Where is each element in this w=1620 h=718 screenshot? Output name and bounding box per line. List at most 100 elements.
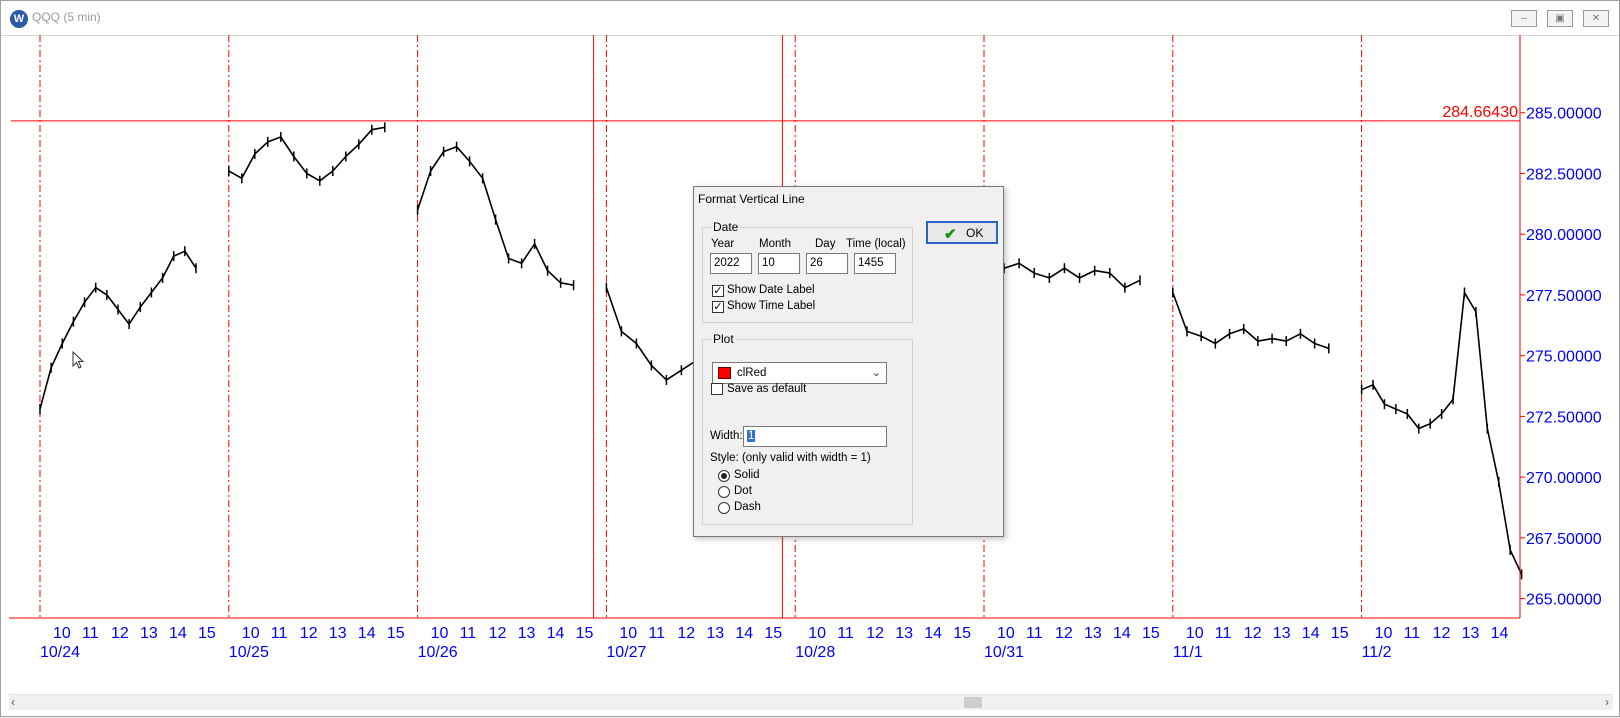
style-solid-radio[interactable] <box>718 470 730 482</box>
hour-tick-label: 14 <box>924 625 942 642</box>
hour-tick-label: 13 <box>1084 625 1102 642</box>
date-tick-label: 10/24 <box>40 644 80 661</box>
plot-group-label: Plot <box>711 332 736 346</box>
format-vertical-line-dialog: Format Vertical Line Date Year Month Day… <box>693 186 1004 537</box>
hour-tick-label: 11 <box>1215 625 1232 642</box>
hour-tick-label: 15 <box>198 625 216 642</box>
hour-tick-label: 10 <box>619 625 637 642</box>
price-line <box>1361 291 1523 575</box>
hour-tick-label: 15 <box>953 625 971 642</box>
price-line <box>1172 292 1330 350</box>
hour-tick-label: 15 <box>576 625 594 642</box>
checkmark-icon: ✓ <box>713 285 723 297</box>
style-dash-label[interactable]: Dash <box>734 501 761 513</box>
hour-tick-label: 12 <box>866 625 884 642</box>
scroll-thumb[interactable] <box>964 697 982 708</box>
day-label: Day <box>815 238 836 250</box>
hour-tick-label: 12 <box>300 625 318 642</box>
hour-tick-label: 10 <box>53 625 71 642</box>
hour-tick-label: 10 <box>1375 625 1393 642</box>
day-input[interactable]: 26 <box>806 253 848 274</box>
hour-tick-label: 11 <box>460 625 477 642</box>
hour-tick-label: 13 <box>895 625 913 642</box>
hour-tick-label: 15 <box>1331 625 1349 642</box>
show-time-label-text[interactable]: Show Time Label <box>727 300 815 312</box>
width-value: 1 <box>747 430 756 442</box>
y-tick-label: 265.00000 <box>1526 592 1602 609</box>
date-tick-label: 11/2 <box>1362 644 1392 661</box>
style-dot-radio[interactable] <box>718 486 730 498</box>
scroll-right-icon[interactable]: › <box>1605 695 1609 709</box>
save-default-label[interactable]: Save as default <box>727 383 806 395</box>
hour-tick-label: 14 <box>1491 625 1509 642</box>
hour-tick-label: 12 <box>489 625 507 642</box>
month-input[interactable]: 10 <box>758 253 800 274</box>
date-tick-label: 10/27 <box>606 644 646 661</box>
hour-tick-label: 13 <box>1273 625 1291 642</box>
hour-tick-label: 10 <box>808 625 826 642</box>
hour-tick-label: 13 <box>140 625 158 642</box>
hour-tick-label: 13 <box>1462 625 1480 642</box>
style-label: Style: (only valid with width = 1) <box>710 452 871 464</box>
style-dash-radio[interactable] <box>718 502 730 514</box>
show-date-label-checkbox[interactable]: ✓ <box>712 285 724 297</box>
scroll-left-icon[interactable]: ‹ <box>11 695 15 709</box>
chevron-down-icon[interactable]: ⌄ <box>872 366 881 379</box>
horizontal-line-label: 284.66430 <box>1442 104 1518 121</box>
date-group-label: Date <box>711 220 741 234</box>
hour-tick-label: 14 <box>735 625 753 642</box>
date-group: Date Year Month Day Time (local) 2022 10… <box>702 220 913 323</box>
ok-label: OK <box>966 226 984 240</box>
hour-tick-label: 10 <box>431 625 449 642</box>
hour-tick-label: 12 <box>1055 625 1073 642</box>
style-dot-label[interactable]: Dot <box>734 485 752 497</box>
show-date-label-text[interactable]: Show Date Label <box>727 284 815 296</box>
year-input[interactable]: 2022 <box>710 253 752 274</box>
dialog-title: Format Vertical Line <box>698 192 805 206</box>
month-label: Month <box>759 238 791 250</box>
price-line <box>39 250 197 410</box>
hour-tick-label: 12 <box>1244 625 1262 642</box>
hour-tick-label: 14 <box>358 625 376 642</box>
color-swatch <box>718 367 731 379</box>
hour-tick-label: 10 <box>242 625 260 642</box>
hour-tick-label: 14 <box>547 625 565 642</box>
save-default-checkbox[interactable] <box>711 383 723 395</box>
y-tick-label: 275.00000 <box>1526 349 1602 366</box>
hour-tick-label: 11 <box>82 625 99 642</box>
y-tick-label: 282.50000 <box>1526 166 1602 183</box>
width-input[interactable]: 1 <box>743 426 887 447</box>
hour-tick-label: 13 <box>518 625 536 642</box>
y-tick-label: 285.00000 <box>1526 106 1602 123</box>
y-tick-label: 277.50000 <box>1526 288 1602 305</box>
hour-tick-label: 15 <box>1142 625 1160 642</box>
hour-tick-label: 14 <box>1302 625 1320 642</box>
time-input[interactable]: 1455 <box>854 253 896 274</box>
horizontal-line[interactable]: 284.66430 <box>11 104 1520 122</box>
y-tick-label: 267.50000 <box>1526 531 1602 548</box>
show-time-label-checkbox[interactable]: ✓ <box>712 301 724 313</box>
checkmark-icon: ✓ <box>713 301 723 313</box>
date-tick-label: 10/25 <box>229 644 269 661</box>
hour-tick-label: 12 <box>1433 625 1451 642</box>
hour-tick-label: 15 <box>387 625 405 642</box>
y-tick-label: 280.00000 <box>1526 227 1602 244</box>
hour-tick-label: 11 <box>648 625 665 642</box>
date-tick-label: 10/28 <box>795 644 835 661</box>
hour-tick-label: 13 <box>329 625 347 642</box>
mouse-cursor-icon <box>72 351 85 369</box>
hour-tick-label: 12 <box>677 625 695 642</box>
date-tick-label: 10/26 <box>418 644 458 661</box>
width-label: Width: <box>710 430 743 442</box>
date-tick-label: 10/31 <box>984 644 1024 661</box>
style-solid-label[interactable]: Solid <box>734 469 760 481</box>
ok-button[interactable]: ✔ OK <box>926 221 998 244</box>
hour-tick-label: 10 <box>1186 625 1204 642</box>
ok-check-icon: ✔ <box>944 226 957 243</box>
y-tick-label: 272.50000 <box>1526 409 1602 426</box>
color-dropdown[interactable]: clRed ⌄ <box>712 362 887 384</box>
horizontal-scrollbar[interactable]: ‹ › <box>9 694 1613 710</box>
hour-tick-label: 10 <box>997 625 1015 642</box>
color-value: clRed <box>737 367 767 379</box>
hour-tick-label: 11 <box>1026 625 1043 642</box>
